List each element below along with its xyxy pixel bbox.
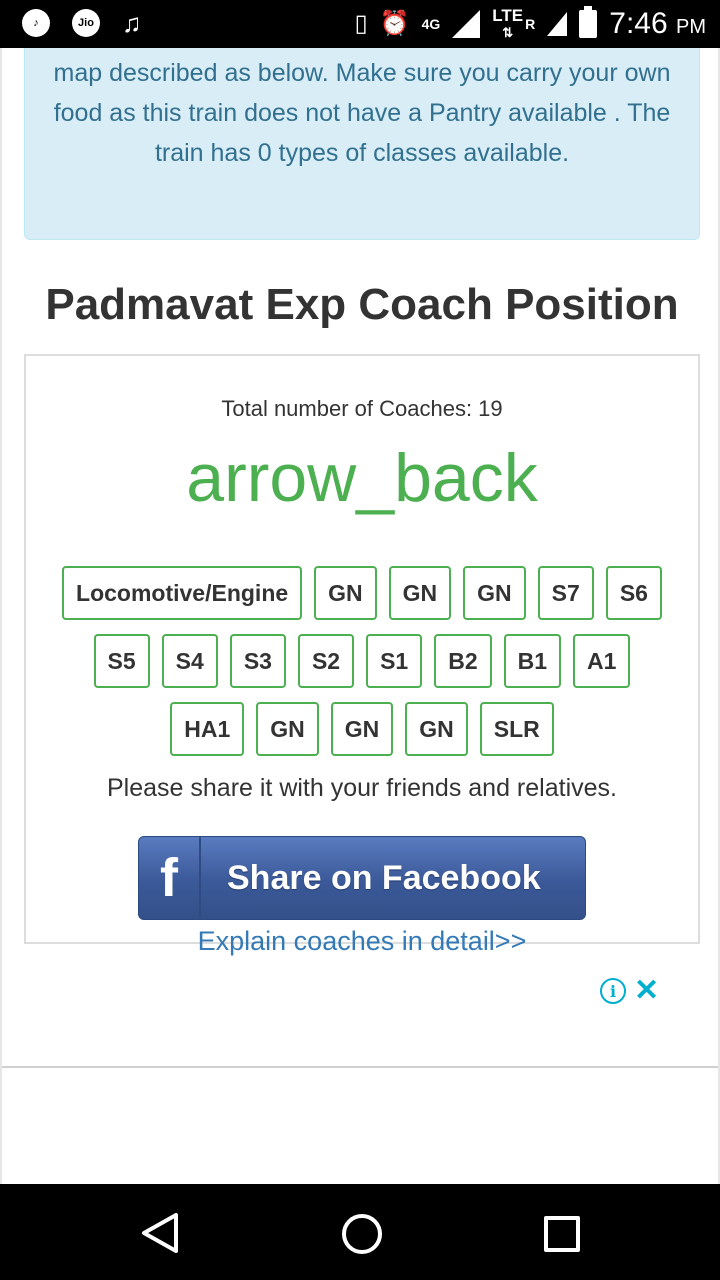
coach-position-card: Total number of Coaches: 19 arrow_back L… [24, 354, 700, 956]
ad-info-icon[interactable]: i [600, 978, 626, 1004]
network-4g-label: 4G [421, 16, 441, 32]
coach-gn-1[interactable]: GN [314, 566, 377, 620]
ad-close-icon[interactable]: ✕ [634, 976, 659, 1006]
facebook-icon: f [160, 848, 178, 908]
coach-gn-5[interactable]: GN [330, 702, 394, 756]
coach-b1[interactable]: B1 [503, 634, 562, 688]
coach-locomotive[interactable]: Locomotive/Engine [62, 566, 303, 620]
total-coaches-label: Total number of Coaches: 19 [221, 396, 503, 421]
signal-roaming-icon [547, 12, 568, 36]
coach-s6[interactable]: S6 [605, 566, 662, 620]
coach-s5[interactable]: S5 [93, 634, 150, 688]
data-arrows-icon: ⇅ [502, 25, 514, 40]
coach-row-3: HA1 GN GN GN SLR [26, 702, 698, 756]
alarm-icon: ⏰ [379, 10, 410, 37]
status-left-icons: ♪ Jio ♫ [22, 8, 142, 38]
coach-gn-3[interactable]: GN [463, 566, 526, 620]
page-content[interactable]: map described as below. Make sure you ca… [0, 48, 720, 1184]
music-note-icon: ♫ [122, 8, 142, 38]
coach-s2[interactable]: S2 [297, 634, 355, 688]
page-title: Padmavat Exp Coach Position [45, 280, 679, 329]
info-alert-text: map described as below. Make sure you ca… [53, 59, 671, 167]
home-icon[interactable] [342, 1214, 382, 1254]
coach-s7[interactable]: S7 [537, 566, 594, 620]
signal-icon [452, 10, 481, 38]
coach-ha1[interactable]: HA1 [170, 702, 245, 756]
coach-s1[interactable]: S1 [366, 634, 423, 688]
clock: 7:46 PM [609, 7, 706, 41]
facebook-button-label: Share on Facebook [227, 858, 541, 897]
recent-apps-icon[interactable] [544, 1216, 580, 1252]
back-icon[interactable] [140, 1212, 180, 1254]
coach-a1[interactable]: A1 [573, 634, 631, 688]
coach-s3[interactable]: S3 [229, 634, 286, 688]
coach-b2[interactable]: B2 [434, 634, 492, 688]
ad-controls: i ✕ [600, 976, 659, 1006]
coach-gn-6[interactable]: GN [405, 702, 468, 756]
navigation-bar [0, 1184, 720, 1280]
lte-label: LTE [492, 6, 524, 25]
info-alert: map described as below. Make sure you ca… [24, 48, 700, 240]
clock-ampm: PM [676, 16, 706, 38]
lte-icon: LTE ⇅ [492, 7, 523, 41]
coach-gn-4[interactable]: GN [256, 702, 319, 756]
coach-row-2: S5 S4 S3 S2 S1 B2 B1 A1 [26, 634, 698, 688]
roaming-label: R [525, 16, 536, 32]
coach-s4[interactable]: S4 [161, 634, 218, 688]
share-prompt: Please share it with your friends and re… [107, 774, 617, 802]
volte-call-icon: 4G [422, 6, 441, 42]
share-on-facebook-button[interactable]: f Share on Facebook [138, 836, 586, 920]
ad-banner[interactable] [2, 1066, 718, 1184]
vibrate-icon: ▯ [354, 10, 368, 37]
status-bar: ♪ Jio ♫ ▯ ⏰ 4G LTE ⇅ R 7:46 PM [0, 0, 720, 48]
arrow-back-icon: arrow_back [186, 440, 538, 516]
status-right-icons: ▯ ⏰ 4G LTE ⇅ R 7:46 PM [354, 6, 706, 42]
music-app-icon: ♪ [22, 9, 50, 37]
explain-coaches-link[interactable]: Explain coaches in detail>> [26, 926, 698, 957]
coach-row-1: Locomotive/Engine GN GN GN S7 S6 [26, 566, 698, 620]
battery-icon [579, 6, 598, 38]
clock-time: 7:46 [609, 7, 668, 40]
coach-gn-2[interactable]: GN [388, 566, 452, 620]
coach-slr[interactable]: SLR [479, 702, 554, 756]
jio-icon: Jio [72, 9, 100, 37]
